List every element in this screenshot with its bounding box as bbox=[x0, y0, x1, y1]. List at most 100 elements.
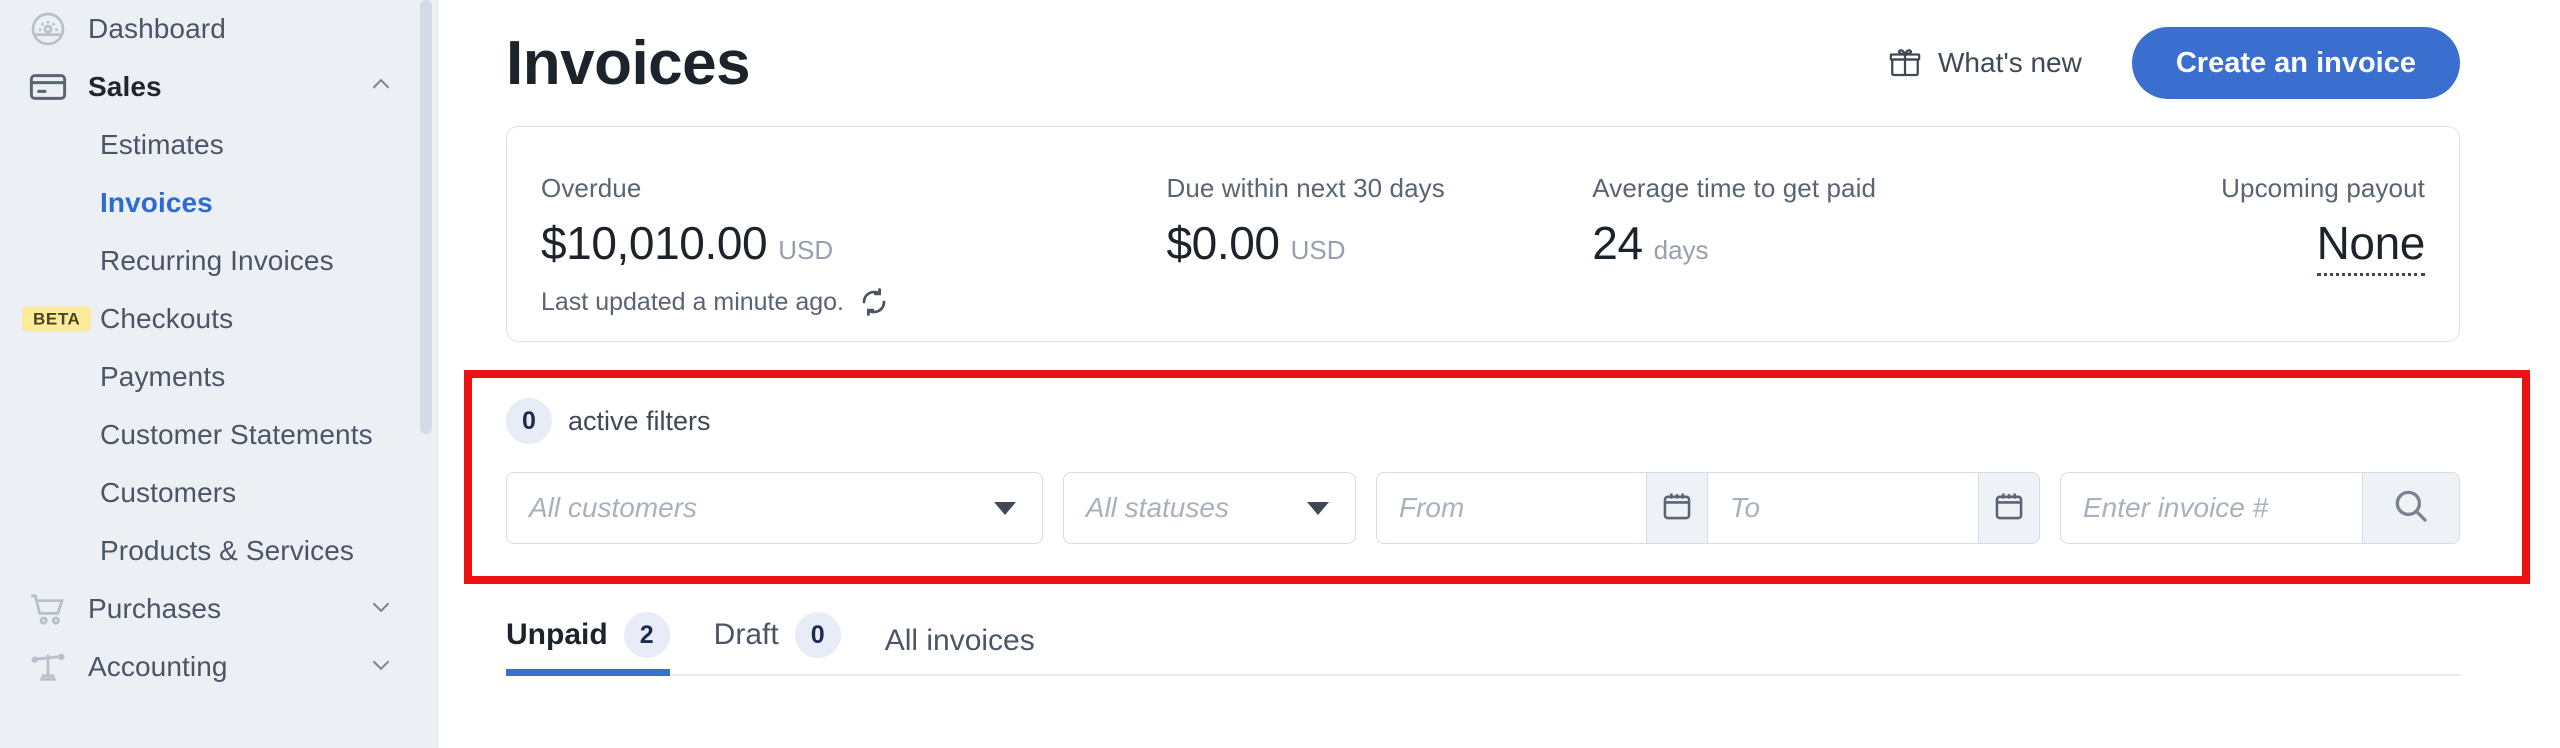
sidebar-item-label: Estimates bbox=[100, 129, 224, 160]
stat-value: 24 days bbox=[1592, 216, 2044, 270]
sidebar-item-accounting[interactable]: Accounting bbox=[0, 638, 438, 696]
sidebar-item-sales[interactable]: Sales bbox=[0, 58, 438, 116]
sidebar-item-recurring-invoices[interactable]: Recurring Invoices bbox=[0, 232, 438, 290]
sidebar-item-dashboard[interactable]: Dashboard bbox=[0, 0, 438, 58]
sidebar-nav-list: Dashboard Sales Estimates Invoices Recur… bbox=[0, 0, 438, 696]
chevron-down-icon bbox=[368, 594, 394, 625]
stat-unit: USD bbox=[1290, 235, 1346, 265]
filters-section: 0 active filters All customers All statu… bbox=[464, 370, 2530, 584]
gift-icon bbox=[1888, 46, 1922, 80]
date-from-placeholder: From bbox=[1399, 492, 1465, 523]
app-root: Dashboard Sales Estimates Invoices Recur… bbox=[0, 0, 2560, 748]
tab-all-invoices[interactable]: All invoices bbox=[885, 624, 1035, 674]
sidebar-item-label: Dashboard bbox=[88, 13, 226, 44]
invoice-number-placeholder: Enter invoice # bbox=[2083, 492, 2269, 523]
tab-count: 2 bbox=[623, 612, 670, 658]
active-filters-count: 0 bbox=[506, 398, 552, 444]
stat-unit: USD bbox=[778, 235, 834, 265]
calendar-icon-to-button[interactable] bbox=[1978, 472, 2040, 544]
stat-amount: None bbox=[2316, 216, 2425, 276]
sidebar: Dashboard Sales Estimates Invoices Recur… bbox=[0, 0, 438, 748]
sidebar-item-estimates[interactable]: Estimates bbox=[0, 116, 438, 174]
search-icon bbox=[2390, 485, 2432, 532]
chevron-down-icon bbox=[993, 501, 1016, 515]
date-to-input[interactable]: To bbox=[1708, 472, 1978, 544]
stat-label: Average time to get paid bbox=[1592, 173, 1877, 203]
tab-unpaid[interactable]: Unpaid 2 bbox=[506, 612, 670, 676]
customers-select[interactable]: All customers bbox=[506, 472, 1043, 544]
date-to-placeholder: To bbox=[1730, 492, 1761, 523]
invoice-number-input[interactable]: Enter invoice # bbox=[2060, 472, 2362, 544]
stat-unit: days bbox=[1653, 235, 1709, 265]
page-header: Invoices What's new Create an invoice bbox=[506, 0, 2460, 120]
sidebar-item-label: Purchases bbox=[88, 593, 222, 624]
tab-count: 0 bbox=[794, 612, 841, 658]
credit-card-icon bbox=[22, 65, 74, 109]
search-button[interactable] bbox=[2362, 472, 2460, 544]
sidebar-item-label: Customer Statements bbox=[100, 419, 373, 450]
sidebar-item-label: Products & Services bbox=[100, 535, 354, 566]
chevron-up-icon bbox=[368, 72, 394, 103]
page-title: Invoices bbox=[506, 28, 751, 98]
calendar-icon-from-button[interactable] bbox=[1646, 472, 1708, 544]
stat-upcoming-payout: Upcoming payout None bbox=[2044, 127, 2425, 341]
sidebar-item-invoices[interactable]: Invoices bbox=[0, 174, 438, 232]
stat-due-30-days: Due within next 30 days $0.00 USD bbox=[1166, 127, 1592, 341]
stat-label: Upcoming payout bbox=[2221, 173, 2425, 203]
sidebar-scrollbar[interactable] bbox=[420, 0, 432, 434]
sidebar-item-label: Sales bbox=[88, 71, 162, 102]
invoice-tabs: Unpaid 2 Draft 0 All invoices bbox=[506, 604, 2460, 676]
beta-badge: BETA bbox=[22, 306, 92, 332]
stat-value: $10,010.00 USD bbox=[541, 216, 1166, 270]
tab-label: All invoices bbox=[884, 624, 1035, 657]
whats-new-button[interactable]: What's new bbox=[1888, 46, 2082, 80]
stat-value: None bbox=[2044, 216, 2425, 276]
sidebar-item-label: Recurring Invoices bbox=[100, 245, 334, 276]
sidebar-item-products-services[interactable]: Products & Services bbox=[0, 522, 438, 580]
sidebar-item-payments[interactable]: Payments bbox=[0, 348, 438, 406]
chevron-down-icon bbox=[368, 652, 394, 683]
main-content: Invoices What's new Create an invoice Ov… bbox=[438, 0, 2560, 748]
stat-label: Overdue bbox=[541, 173, 642, 203]
customers-select-value: All customers bbox=[529, 492, 698, 523]
sidebar-item-label: Invoices bbox=[100, 187, 213, 218]
calendar-icon bbox=[1660, 489, 1694, 528]
invoice-search-group: Enter invoice # bbox=[2060, 472, 2460, 544]
create-invoice-button[interactable]: Create an invoice bbox=[2131, 27, 2460, 99]
last-updated-text: Last updated a minute ago. bbox=[541, 287, 845, 316]
date-from-input[interactable]: From bbox=[1376, 472, 1646, 544]
sidebar-item-label: Payments bbox=[100, 361, 226, 392]
scale-icon bbox=[22, 645, 74, 689]
summary-card: Overdue $10,010.00 USD Last updated a mi… bbox=[506, 126, 2460, 342]
sidebar-item-customer-statements[interactable]: Customer Statements bbox=[0, 406, 438, 464]
filter-controls-row: All customers All statuses From To Enter… bbox=[506, 472, 2460, 544]
tab-label: Draft bbox=[713, 618, 779, 651]
stat-amount: 24 bbox=[1592, 217, 1643, 269]
sidebar-item-label: Checkouts bbox=[100, 303, 234, 334]
tab-draft[interactable]: Draft 0 bbox=[714, 612, 841, 674]
stat-value: $0.00 USD bbox=[1166, 216, 1592, 270]
sidebar-item-customers[interactable]: Customers bbox=[0, 464, 438, 522]
sidebar-item-label: Customers bbox=[100, 477, 237, 508]
shopping-cart-icon bbox=[22, 587, 74, 631]
header-actions: What's new Create an invoice bbox=[1888, 27, 2460, 99]
stat-amount: $10,010.00 bbox=[541, 217, 768, 269]
refresh-icon[interactable] bbox=[858, 286, 890, 318]
chevron-down-icon bbox=[1307, 501, 1329, 515]
date-range-group: From To bbox=[1376, 472, 2040, 544]
stat-amount: $0.00 bbox=[1166, 217, 1280, 269]
sidebar-item-label: Accounting bbox=[88, 651, 228, 682]
statuses-select[interactable]: All statuses bbox=[1062, 472, 1356, 544]
stat-average-time-to-get-paid: Average time to get paid 24 days bbox=[1592, 127, 2044, 341]
active-filters-label: active filters bbox=[568, 405, 711, 436]
gauge-icon bbox=[22, 7, 74, 51]
calendar-icon bbox=[1992, 489, 2026, 528]
whats-new-label: What's new bbox=[1938, 47, 2082, 78]
tab-label: Unpaid bbox=[506, 618, 608, 651]
last-updated-row: Last updated a minute ago. bbox=[541, 286, 1166, 318]
sidebar-item-checkouts[interactable]: BETA Checkouts bbox=[0, 290, 438, 348]
sidebar-item-purchases[interactable]: Purchases bbox=[0, 580, 438, 638]
active-filters-row: 0 active filters bbox=[506, 398, 2460, 444]
filters-inner: 0 active filters All customers All statu… bbox=[506, 378, 2460, 570]
statuses-select-value: All statuses bbox=[1085, 492, 1229, 523]
